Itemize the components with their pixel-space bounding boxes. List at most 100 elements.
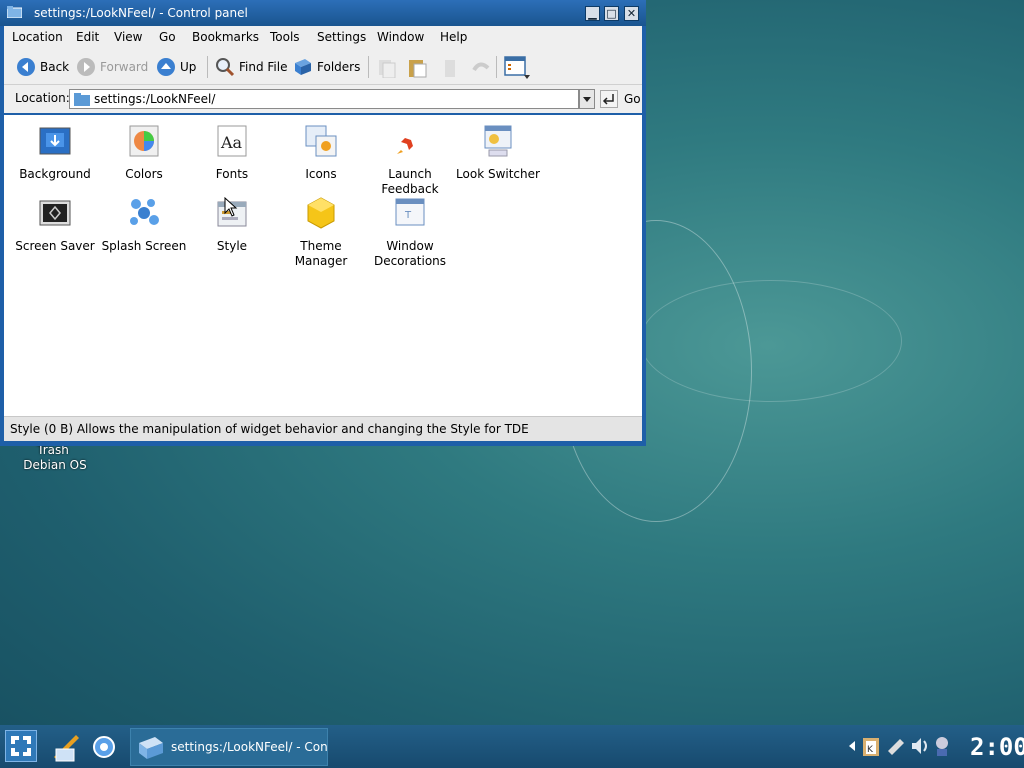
find-file-button[interactable]: Find File bbox=[215, 56, 287, 78]
item-splash-screen[interactable]: Splash Screen bbox=[96, 196, 192, 254]
folder-icon bbox=[139, 737, 163, 759]
back-label: Back bbox=[40, 60, 70, 74]
tde-logo-icon bbox=[11, 736, 31, 756]
location-input[interactable]: settings:/LookNFeel/ bbox=[69, 89, 579, 109]
background-icon bbox=[39, 127, 71, 155]
menu-bookmarks[interactable]: Bookmarks bbox=[192, 30, 259, 44]
icons-icon bbox=[305, 125, 337, 157]
splash-screen-icon bbox=[130, 199, 159, 225]
item-label: Background bbox=[19, 167, 91, 181]
menu-settings[interactable]: Settings bbox=[317, 30, 366, 44]
item-label: Window Decorations bbox=[373, 239, 447, 268]
go-button[interactable]: Go bbox=[600, 89, 641, 109]
enter-arrow-icon bbox=[600, 90, 618, 108]
trash-icon[interactable] bbox=[442, 58, 458, 78]
window-title: settings:/LookNFeel/ - Control panel bbox=[34, 6, 248, 20]
clipboard-icon[interactable]: K bbox=[862, 735, 880, 757]
menu-go[interactable]: Go bbox=[159, 30, 176, 44]
control-panel-window: settings:/LookNFeel/ - Control panel ▁ □… bbox=[0, 0, 646, 446]
location-value: settings:/LookNFeel/ bbox=[94, 92, 216, 106]
item-screen-saver[interactable]: Screen Saver bbox=[7, 196, 103, 254]
folders-button[interactable]: Folders bbox=[293, 56, 360, 78]
item-theme-manager[interactable]: Theme Manager bbox=[273, 196, 369, 269]
menu-help[interactable]: Help bbox=[440, 30, 467, 44]
item-label: Look Switcher bbox=[456, 167, 540, 181]
item-icons[interactable]: Icons bbox=[273, 124, 369, 182]
up-label: Up bbox=[180, 60, 197, 74]
item-label: Launch Feedback bbox=[381, 167, 439, 196]
up-arrow-icon bbox=[157, 58, 175, 76]
minimize-button[interactable]: ▁ bbox=[585, 6, 600, 21]
item-label: Icons bbox=[305, 167, 337, 181]
update-notifier-icon[interactable] bbox=[934, 735, 950, 757]
taskbar: settings:/LookNFeel/ - Control panel K bbox=[0, 725, 1024, 768]
menu-window[interactable]: Window bbox=[377, 30, 424, 44]
forward-arrow-icon bbox=[77, 58, 95, 76]
folders-icon bbox=[295, 59, 311, 75]
editor-launcher-icon[interactable] bbox=[50, 731, 82, 763]
location-label: Location: bbox=[15, 91, 70, 105]
debian-os-label[interactable]: Debian OS bbox=[10, 458, 100, 472]
folders-label: Folders bbox=[317, 60, 361, 74]
location-dropdown-button[interactable] bbox=[579, 89, 595, 109]
icon-view: Background Colors Aa Fonts Icons Launch … bbox=[4, 115, 642, 416]
main-toolbar: Back Forward Up Find File Folders bbox=[4, 50, 642, 85]
mouse-cursor-icon bbox=[224, 197, 238, 217]
start-menu-button[interactable] bbox=[5, 730, 37, 762]
item-launch-feedback[interactable]: Launch Feedback bbox=[362, 124, 458, 197]
maximize-button[interactable]: □ bbox=[604, 6, 619, 21]
item-look-switcher[interactable]: Look Switcher bbox=[450, 124, 546, 182]
wallpaper-swirl bbox=[640, 280, 902, 402]
back-button[interactable]: Back bbox=[16, 56, 69, 78]
tray-arrow-icon[interactable] bbox=[848, 740, 856, 752]
paste-icon[interactable] bbox=[406, 56, 430, 78]
rocket-icon bbox=[397, 128, 423, 154]
view-mode-icon[interactable] bbox=[504, 56, 530, 80]
find-file-label: Find File bbox=[239, 60, 288, 74]
screen-saver-icon bbox=[39, 200, 71, 226]
item-background[interactable]: Background bbox=[7, 124, 103, 182]
system-launcher-icon[interactable] bbox=[88, 731, 120, 763]
folder-icon bbox=[7, 6, 22, 18]
menu-view[interactable]: View bbox=[114, 30, 142, 44]
fonts-icon: Aa bbox=[217, 125, 247, 157]
item-label: Colors bbox=[125, 167, 163, 181]
volume-icon[interactable] bbox=[910, 735, 930, 757]
cut-icon[interactable] bbox=[376, 58, 398, 78]
menu-tools[interactable]: Tools bbox=[270, 30, 300, 44]
taskbar-window-title: settings:/LookNFeel/ - Control panel bbox=[171, 740, 328, 754]
theme-manager-icon bbox=[307, 197, 335, 229]
menu-edit[interactable]: Edit bbox=[76, 30, 99, 44]
location-bar: Location: settings:/LookNFeel/ Go bbox=[4, 85, 642, 113]
svg-text:T: T bbox=[404, 210, 412, 221]
menu-bar: Location Edit View Go Bookmarks Tools Se… bbox=[4, 26, 642, 50]
look-switcher-icon bbox=[484, 125, 512, 157]
up-button[interactable]: Up bbox=[156, 56, 196, 78]
window-decorations-icon: T bbox=[395, 198, 425, 226]
toolbar-separator bbox=[368, 56, 369, 78]
folder-icon bbox=[74, 93, 90, 106]
svg-text:Aa: Aa bbox=[220, 133, 243, 152]
item-label: Theme Manager bbox=[294, 239, 348, 268]
item-fonts[interactable]: Aa Fonts bbox=[184, 124, 280, 182]
item-label: Screen Saver bbox=[15, 239, 95, 253]
status-text: Style (0 B) Allows the manipulation of w… bbox=[10, 422, 529, 436]
go-label: Go bbox=[624, 92, 641, 106]
item-label: Splash Screen bbox=[101, 239, 187, 253]
forward-button[interactable]: Forward bbox=[76, 56, 148, 78]
forward-label: Forward bbox=[100, 60, 149, 74]
close-button[interactable]: ✕ bbox=[624, 6, 639, 21]
title-bar[interactable]: settings:/LookNFeel/ - Control panel ▁ □… bbox=[0, 0, 646, 26]
status-bar: Style (0 B) Allows the manipulation of w… bbox=[4, 416, 642, 441]
taskbar-window-button[interactable]: settings:/LookNFeel/ - Control panel bbox=[130, 728, 328, 766]
toolbar-separator bbox=[496, 56, 497, 78]
network-icon[interactable] bbox=[886, 737, 906, 755]
item-colors[interactable]: Colors bbox=[96, 124, 192, 182]
item-label: Fonts bbox=[215, 167, 249, 181]
magnifier-icon bbox=[216, 58, 235, 77]
menu-location[interactable]: Location bbox=[12, 30, 63, 44]
colors-icon bbox=[129, 125, 159, 157]
undo-icon[interactable] bbox=[470, 58, 492, 78]
item-window-decorations[interactable]: T Window Decorations bbox=[362, 196, 458, 269]
back-arrow-icon bbox=[17, 58, 35, 76]
